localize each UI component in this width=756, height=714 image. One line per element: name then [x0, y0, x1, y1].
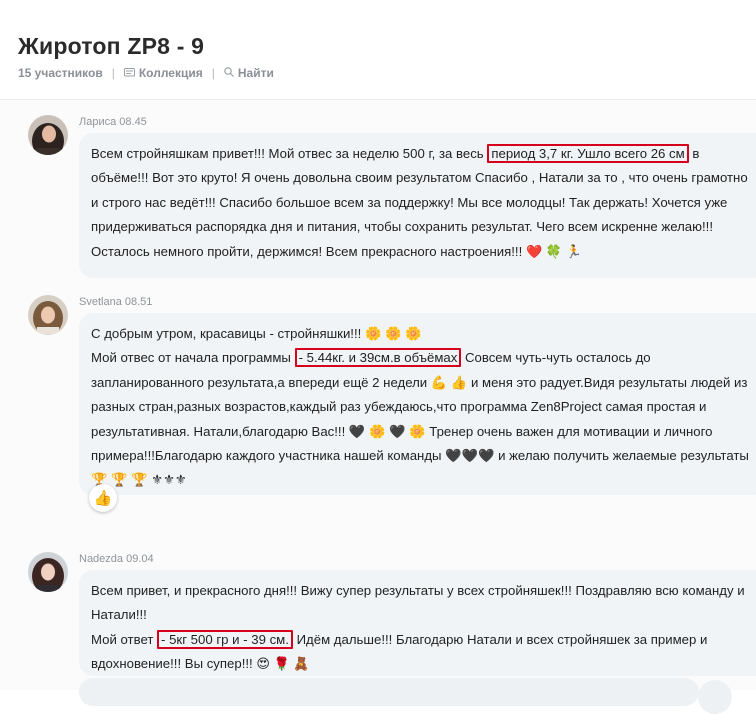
message-feed[interactable]: Лариса 08.45 Всем стройняшкам привет!!! …: [0, 100, 756, 690]
avatar[interactable]: [28, 552, 68, 592]
meta-separator: |: [211, 66, 215, 80]
message-bubble: С добрым утром, красавицы - стройняшки!!…: [79, 313, 756, 495]
thumbs-up-reaction[interactable]: 👍: [89, 484, 117, 512]
chat-meta: 15 участников | Коллекция | Найти: [18, 66, 274, 80]
avatar[interactable]: [28, 115, 68, 155]
highlighted-result: - 5.44кг. и 39см.в объёмах: [294, 348, 462, 368]
chat-header: Жиротоп ZP8 - 9 15 участников | Коллекци…: [0, 0, 756, 100]
message-bubble: Всем привет, и прекрасного дня!!! Вижу с…: [79, 570, 756, 676]
meta-separator: |: [111, 66, 115, 80]
message-input[interactable]: [79, 678, 699, 706]
message-text-part: Всем стройняшкам привет!!! Мой отвес за …: [91, 146, 488, 161]
participants-link[interactable]: 15 участников: [18, 66, 103, 80]
message-text-line: Всем привет, и прекрасного дня!!! Вижу с…: [91, 583, 745, 623]
collection-link[interactable]: Коллекция: [123, 66, 203, 80]
find-link[interactable]: Найти: [224, 66, 274, 80]
highlighted-result: - 5кг 500 гр и - 39 см.: [157, 629, 293, 649]
message-bubble: Всем стройняшкам привет!!! Мой отвес за …: [79, 133, 756, 278]
message-text: Мой ответ - 5кг 500 гр и - 39 см. Идём д…: [91, 628, 755, 677]
message-text-part: Мой отвес от начала программы: [91, 350, 295, 366]
search-icon: [224, 66, 234, 80]
emoji-group: 😍 🌹 🧸: [256, 656, 310, 672]
collection-icon: [123, 66, 135, 80]
message-author: Svetlana 08.51: [79, 296, 153, 308]
message-text: Всем стройняшкам привет!!! Мой отвес за …: [91, 142, 755, 264]
collection-label: Коллекция: [138, 66, 203, 80]
chat-title: Жиротоп ZP8 - 9: [18, 33, 205, 59]
scroll-down-button[interactable]: [698, 680, 732, 714]
message-text-part: Мой ответ: [91, 631, 158, 647]
message-text-part: Совсем чуть-чуть осталось до запланирова…: [91, 350, 749, 488]
emoji-group: ❤️ 🍀 🏃: [525, 243, 582, 259]
message-text-line: С добрым утром, красавицы - стройняшки!!…: [91, 326, 422, 341]
avatar[interactable]: [28, 295, 68, 335]
find-label: Найти: [237, 66, 274, 80]
message-author: Лариса 08.45: [79, 116, 147, 128]
highlighted-result: период 3,7 кг. Ушло всего 26 см: [487, 144, 689, 163]
message-author: Nadezda 09.04: [79, 553, 154, 565]
message-text: Мой отвес от начала программы - 5.44кг. …: [91, 346, 755, 492]
